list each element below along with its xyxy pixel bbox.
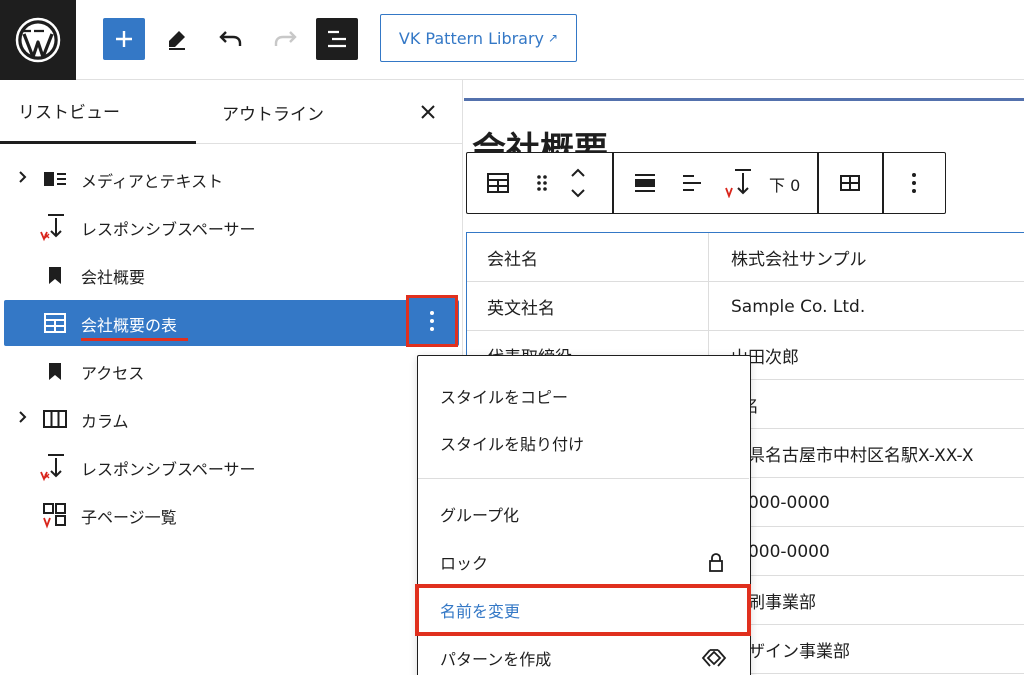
block-toolbar-options-button[interactable] <box>899 168 929 198</box>
align-left-icon <box>683 175 701 191</box>
align-wide-icon <box>635 174 655 192</box>
drag-handle-icon <box>537 175 547 191</box>
add-block-button[interactable] <box>103 18 145 60</box>
menu-item-paste-styles[interactable]: スタイルを貼り付け <box>418 421 749 465</box>
undo-button[interactable] <box>210 18 252 60</box>
list-item-label: メディアとテキスト <box>81 172 224 191</box>
child-page-list-icon <box>43 503 66 529</box>
margin-bottom-value[interactable]: 下 0 <box>769 172 800 196</box>
table-edit-icon <box>840 175 860 191</box>
menu-item-label: スタイルを貼り付け <box>440 435 585 454</box>
lock-icon <box>709 553 723 572</box>
tab-outline[interactable]: アウトライン <box>222 80 324 144</box>
block-toolbar: 下 0 <box>466 152 946 214</box>
list-item-media-text[interactable]: メディアとテキスト <box>4 156 459 200</box>
list-item-label: レスポンシブスペーサー <box>81 460 256 479</box>
tab-list-view-label: リストビュー <box>18 103 120 123</box>
margin-bottom-button[interactable] <box>723 168 753 198</box>
table-cell-value[interactable]: Sample Co. Ltd. <box>709 282 865 331</box>
list-item-label: アクセス <box>81 364 145 383</box>
margin-bottom-icon <box>725 169 751 198</box>
table-icon <box>44 313 66 333</box>
list-item-heading-company[interactable]: 会社概要 <box>4 252 459 296</box>
close-sidebar-button[interactable] <box>414 98 442 126</box>
list-item-heading-access[interactable]: アクセス <box>4 348 459 392</box>
menu-item-copy-styles[interactable]: スタイルをコピー <box>418 374 749 418</box>
table-row[interactable]: 英文社名 Sample Co. Ltd. <box>467 282 1024 331</box>
plus-icon <box>116 31 132 47</box>
wordpress-logo-icon[interactable] <box>0 0 76 80</box>
vk-pattern-library-label: VK Pattern Library <box>398 28 545 48</box>
chevron-right-icon[interactable] <box>16 170 30 184</box>
sidebar-tabs: リストビュー アウトライン <box>0 80 463 144</box>
chevron-right-icon[interactable] <box>16 410 30 424</box>
document-overview-button[interactable] <box>316 18 358 60</box>
list-item-company-table[interactable]: 会社概要の表 <box>4 300 459 346</box>
undo-icon <box>219 31 242 46</box>
menu-separator <box>418 478 749 479</box>
table-cell-key[interactable]: 英文社名 <box>467 282 709 331</box>
media-text-icon <box>44 172 66 186</box>
list-item-columns[interactable]: カラム <box>4 396 459 440</box>
table-cell-value[interactable]: 株式会社サンプル <box>709 233 867 282</box>
tools-button[interactable] <box>156 18 198 60</box>
list-item-spacer-2[interactable]: レスポンシブスペーサー <box>4 444 459 488</box>
move-up-down-button[interactable] <box>563 163 593 203</box>
menu-item-label: パターンを作成 <box>440 650 552 669</box>
list-item-label: レスポンシブスペーサー <box>81 220 256 239</box>
list-item-label: 会社概要 <box>81 268 146 287</box>
toolbar-divider <box>817 153 819 213</box>
bookmark-icon <box>49 267 61 284</box>
tab-list-view[interactable]: リストビュー <box>0 80 196 144</box>
menu-item-group[interactable]: グループ化 <box>418 492 749 536</box>
list-item-spacer[interactable]: レスポンシブスペーサー <box>4 204 459 248</box>
table-block-button[interactable] <box>483 168 513 198</box>
list-item-label: 子ページ一覧 <box>81 508 177 527</box>
text-align-button[interactable] <box>677 168 707 198</box>
list-view-sidebar: リストビュー アウトライン メディアとテキスト レスポンシブスペーサー 会社概要… <box>0 80 463 675</box>
list-item-label: カラム <box>81 412 129 431</box>
align-wide-button[interactable] <box>630 168 660 198</box>
drag-handle[interactable] <box>527 168 557 198</box>
kebab-menu-icon <box>430 311 434 331</box>
menu-item-lock[interactable]: ロック <box>418 540 749 584</box>
columns-icon <box>43 410 67 428</box>
redo-button[interactable] <box>264 18 306 60</box>
toolbar-divider <box>882 153 884 213</box>
menu-item-create-pattern[interactable]: パターンを作成 <box>418 636 749 675</box>
tab-outline-label: アウトライン <box>222 104 324 125</box>
label-underline-highlight <box>81 338 188 341</box>
table-edit-button[interactable] <box>835 168 865 198</box>
menu-item-label: スタイルをコピー <box>440 388 569 407</box>
top-toolbar: VK Pattern Library ↗ <box>0 0 1024 80</box>
pencil-icon <box>169 31 185 50</box>
list-view-icon <box>328 30 346 48</box>
block-options-button[interactable] <box>406 295 458 347</box>
kebab-menu-icon <box>912 173 916 193</box>
menu-item-label: グループ化 <box>440 506 520 525</box>
external-link-icon: ↗ <box>548 31 559 45</box>
spacer-icon <box>40 214 64 242</box>
rename-highlight-box <box>415 584 751 636</box>
table-row[interactable]: 会社名 株式会社サンプル <box>467 233 1024 282</box>
pattern-icon <box>701 649 727 667</box>
list-item-label: 会社概要の表 <box>81 316 178 335</box>
menu-item-label: ロック <box>440 554 489 573</box>
list-item-child-pages[interactable]: 子ページ一覧 <box>4 492 459 536</box>
canvas-divider <box>464 98 1024 101</box>
vk-pattern-library-button[interactable]: VK Pattern Library ↗ <box>380 14 577 62</box>
toolbar-divider <box>612 153 614 213</box>
bookmark-icon <box>49 363 61 380</box>
spacer-icon <box>40 454 64 482</box>
chevron-up-down-icon <box>571 168 585 198</box>
table-icon <box>487 173 509 193</box>
redo-icon <box>274 31 297 46</box>
close-icon <box>421 105 435 119</box>
table-cell-key[interactable]: 会社名 <box>467 233 709 282</box>
